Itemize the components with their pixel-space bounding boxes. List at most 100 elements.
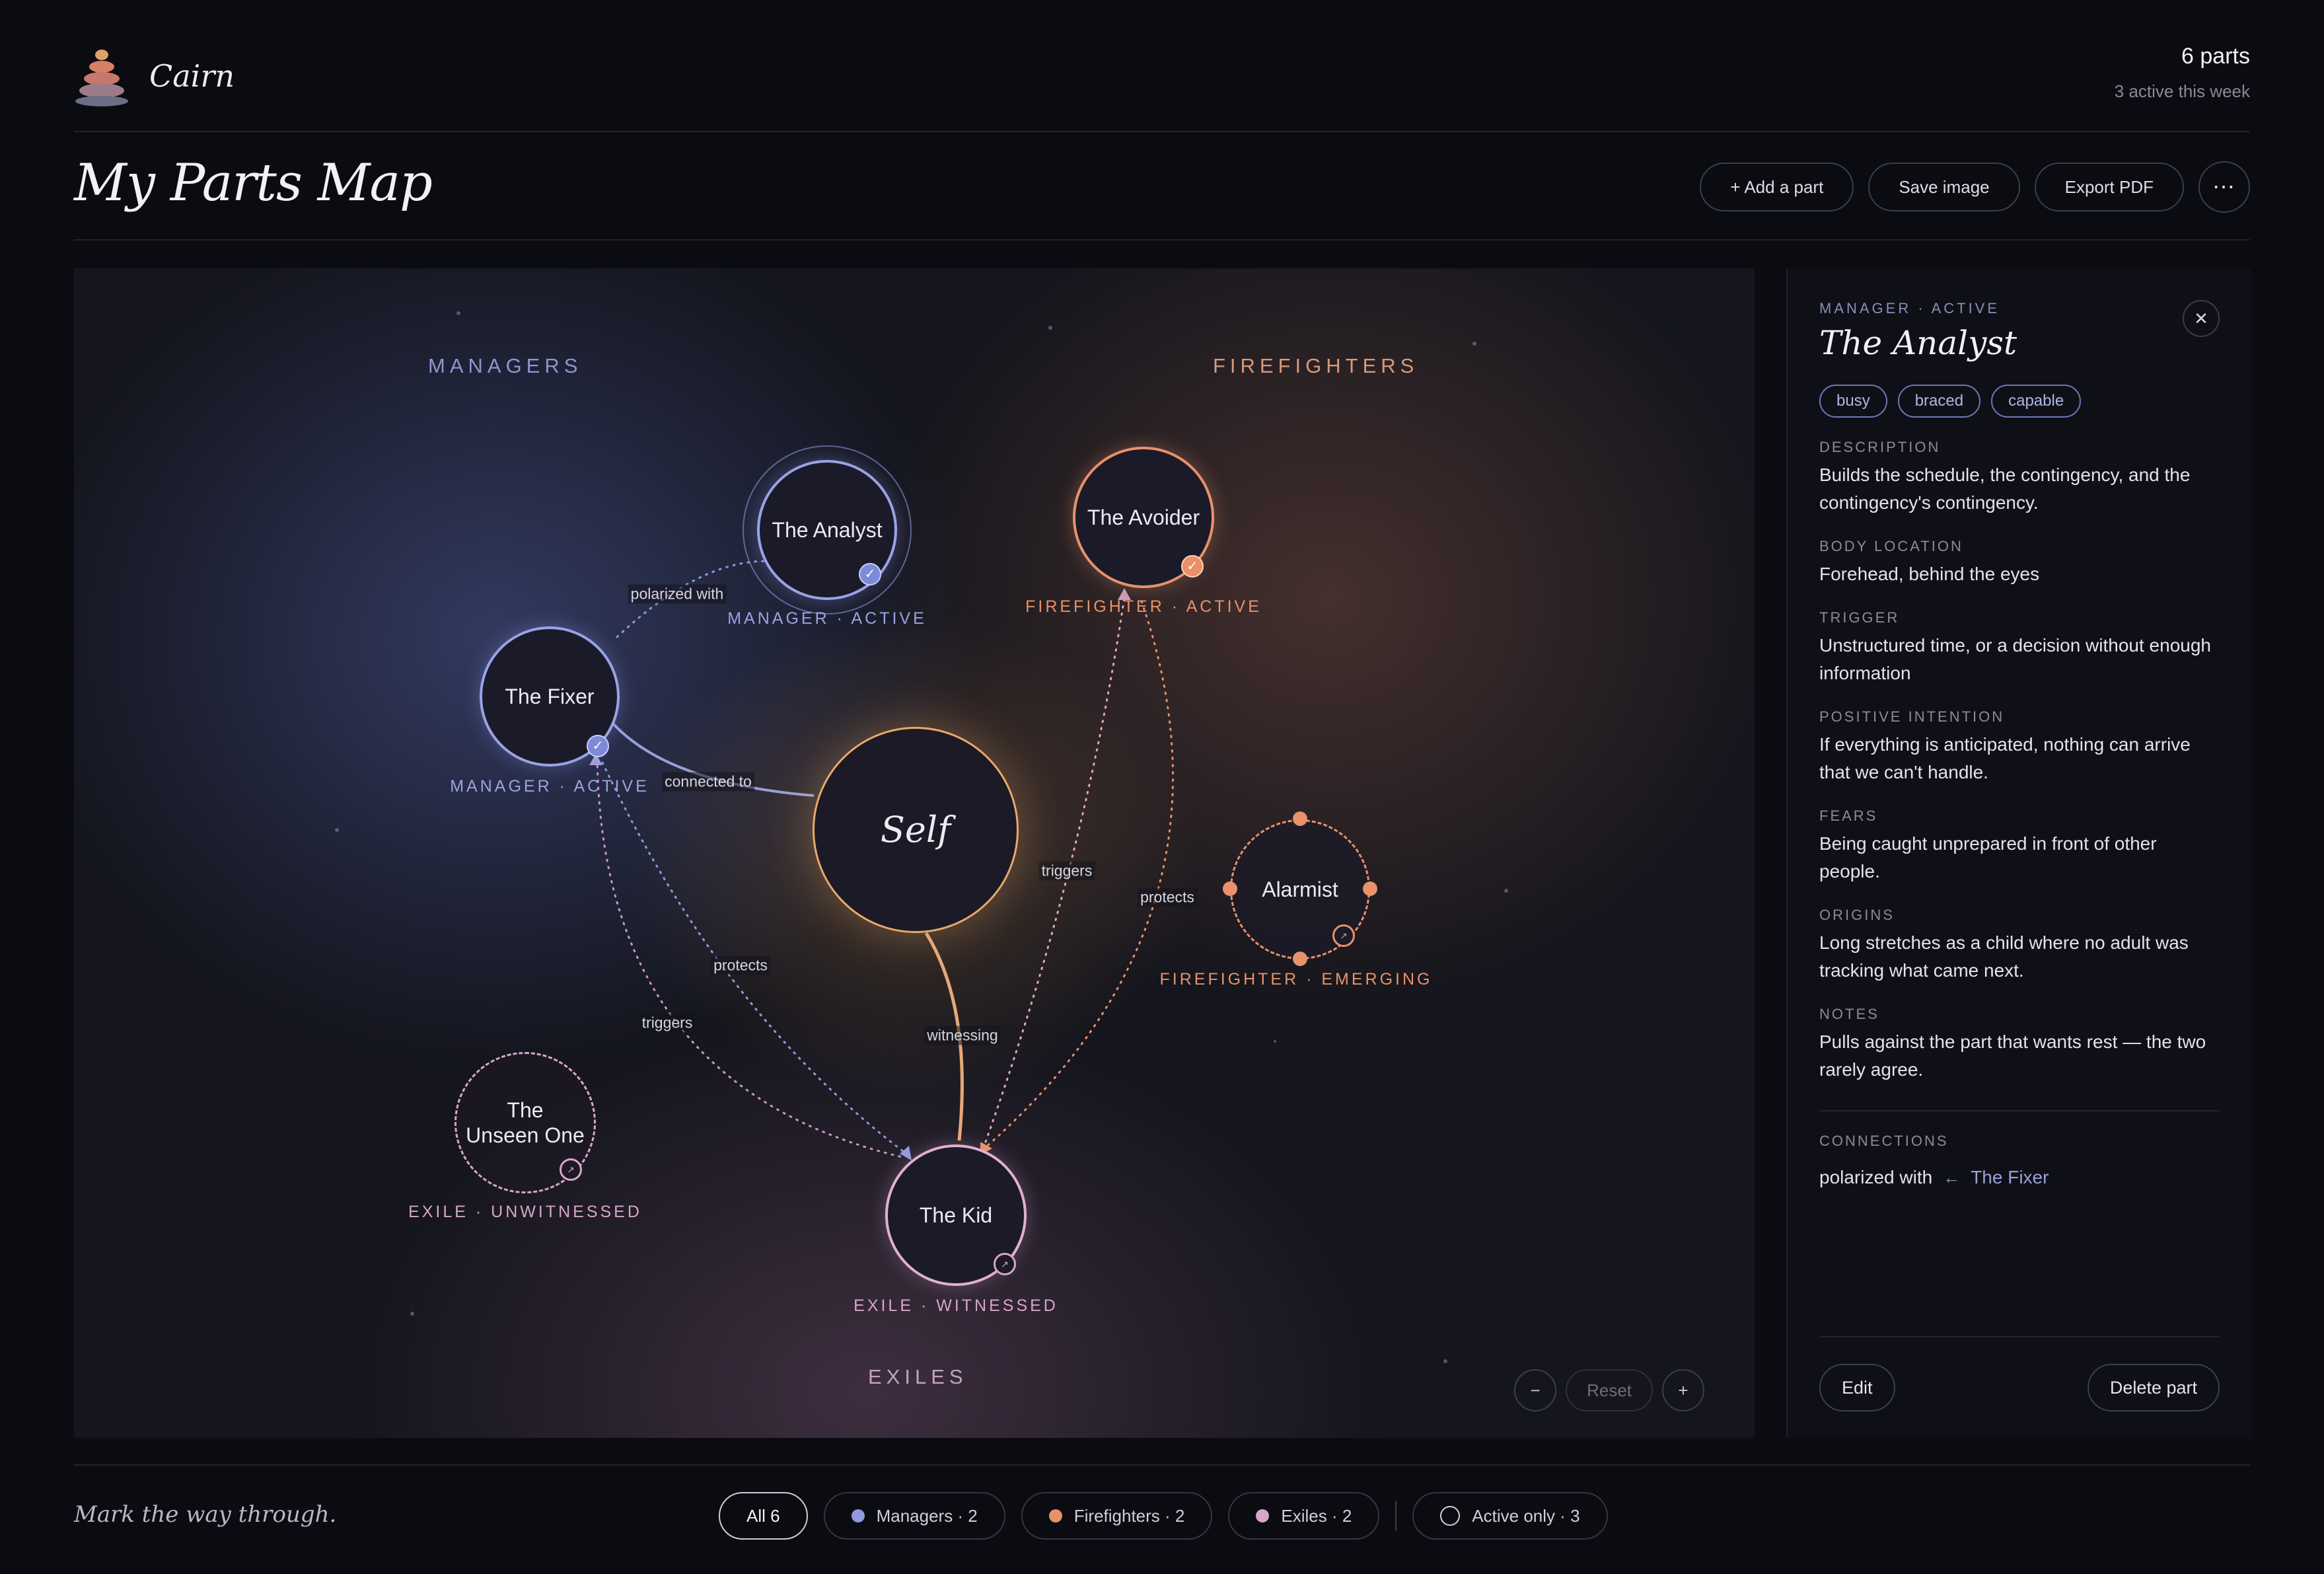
part-name: The Kid xyxy=(919,1203,993,1227)
field-label: NOTES xyxy=(1819,1006,1879,1022)
pulse-dot xyxy=(1293,952,1307,966)
more-options-button[interactable]: ⋯ xyxy=(2198,161,2250,213)
export-pdf-button[interactable]: Export PDF xyxy=(2034,163,2184,211)
connection-item[interactable]: polarized with ← The Fixer xyxy=(1819,1167,2220,1188)
filter-bar: All 6 Managers · 2 Firefighters · 2 Exil… xyxy=(719,1492,1608,1540)
field-label: FEARS xyxy=(1819,807,1878,824)
field-description: DESCRIPTION Builds the schedule, the con… xyxy=(1819,439,2220,517)
pulse-dot xyxy=(1363,881,1377,896)
add-part-button[interactable]: + Add a part xyxy=(1700,163,1854,211)
edge-label-triggers-fixer: triggers xyxy=(639,1013,696,1033)
emerging-icon: ↗ xyxy=(1332,924,1355,947)
brand[interactable]: Cairn xyxy=(74,40,235,112)
part-name: The Analyst xyxy=(772,518,883,542)
filter-all[interactable]: All 6 xyxy=(719,1492,808,1540)
arrowhead xyxy=(900,1146,912,1160)
part-status-fixer: MANAGER · ACTIVE xyxy=(450,777,649,796)
edge-label-connected: connected to xyxy=(662,772,754,792)
field-label: DESCRIPTION xyxy=(1819,439,1941,455)
part-status-kid: EXILE · WITNESSED xyxy=(853,1296,1058,1315)
filter-exiles[interactable]: Exiles · 2 xyxy=(1228,1492,1380,1540)
part-node-analyst[interactable]: The Analyst ✓ xyxy=(757,460,897,600)
check-icon: ✓ xyxy=(859,563,881,585)
part-tags: busy braced capable xyxy=(1819,385,2220,418)
panel-divider xyxy=(1819,1110,2220,1111)
parts-count: 6 parts xyxy=(2181,44,2250,69)
panel-actions: Edit Delete part xyxy=(1819,1336,2220,1411)
edge-label-triggers-avoider: triggers xyxy=(1038,861,1095,881)
field-value: Long stretches as a child where no adult… xyxy=(1819,932,2189,981)
header-divider xyxy=(74,131,2250,132)
firefighter-color-dot xyxy=(1048,1509,1062,1522)
filter-label: Active only · 3 xyxy=(1472,1505,1580,1526)
parts-summary: 6 parts 3 active this week xyxy=(2115,44,2250,102)
connection-target-link[interactable]: The Fixer xyxy=(1971,1167,2049,1188)
part-status-alarmist: FIREFIGHTER · EMERGING xyxy=(1159,970,1433,989)
tagline: Mark the way through. xyxy=(74,1501,337,1528)
zoom-reset-button[interactable]: Reset xyxy=(1566,1369,1653,1411)
parts-map-canvas[interactable]: MANAGERS FIREFIGHTERS EXILES polarized w… xyxy=(74,268,1755,1438)
field-value: Unstructured time, or a decision without… xyxy=(1819,635,2211,683)
field-fears: FEARS Being caught unprepared in front o… xyxy=(1819,807,2220,885)
edge-label-protects-fixer: protects xyxy=(711,956,770,975)
field-label: TRIGGER xyxy=(1819,609,1900,626)
filter-label: Exiles · 2 xyxy=(1281,1505,1352,1526)
pulse-dot xyxy=(1293,811,1307,826)
zoom-out-button[interactable]: − xyxy=(1514,1369,1557,1411)
part-kicker: MANAGER · ACTIVE xyxy=(1819,300,2000,317)
field-value: If everything is anticipated, nothing ca… xyxy=(1819,734,2191,782)
filter-divider xyxy=(1395,1501,1397,1531)
active-count: 3 active this week xyxy=(2114,81,2250,101)
zone-label-exiles: EXILES xyxy=(868,1365,968,1388)
field-trigger: TRIGGER Unstructured time, or a decision… xyxy=(1819,609,2220,687)
tag[interactable]: busy xyxy=(1819,385,1887,418)
title-divider xyxy=(74,239,2250,241)
field-value: Pulls against the part that wants rest —… xyxy=(1819,1031,2206,1080)
part-name: The Fixer xyxy=(505,685,595,708)
toolbar: + Add a part Save image Export PDF ⋯ xyxy=(1700,161,2250,213)
brand-name: Cairn xyxy=(149,58,235,94)
part-node-kid[interactable]: The Kid ↗ xyxy=(885,1144,1027,1286)
filter-firefighters[interactable]: Firefighters · 2 xyxy=(1021,1492,1213,1540)
edge-label-protects-avoider: protects xyxy=(1138,887,1197,907)
footer-divider xyxy=(74,1464,2250,1466)
field-body-location: BODY LOCATION Forehead, behind the eyes xyxy=(1819,538,2220,588)
field-label: POSITIVE INTENTION xyxy=(1819,708,2005,725)
part-node-fixer[interactable]: The Fixer ✓ xyxy=(480,626,620,767)
page-title: My Parts Map xyxy=(74,153,433,213)
part-status-avoider: FIREFIGHTER · ACTIVE xyxy=(1025,597,1262,616)
active-ring-icon xyxy=(1440,1506,1461,1526)
witnessed-icon: ↗ xyxy=(994,1253,1016,1275)
field-value: Builds the schedule, the contingency, an… xyxy=(1819,465,2191,513)
zone-label-firefighters: FIREFIGHTERS xyxy=(1213,354,1419,377)
tag[interactable]: capable xyxy=(1991,385,2082,418)
part-node-avoider[interactable]: The Avoider ✓ xyxy=(1073,447,1214,588)
filter-label: Managers · 2 xyxy=(876,1505,978,1526)
field-label: CONNECTIONS xyxy=(1819,1133,1949,1149)
part-node-alarmist[interactable]: Alarmist ↗ xyxy=(1230,819,1370,959)
more-icon: ⋯ xyxy=(2212,174,2236,200)
cairn-logo-icon xyxy=(75,50,128,106)
edge-label-polarized: polarized with xyxy=(628,584,727,604)
connection-relation: polarized with xyxy=(1819,1167,1933,1187)
part-node-unseen-one[interactable]: The Unseen One ↗ xyxy=(454,1052,596,1193)
exile-color-dot xyxy=(1256,1509,1270,1522)
delete-part-button[interactable]: Delete part xyxy=(2087,1364,2220,1411)
check-icon: ✓ xyxy=(1181,555,1204,578)
field-label: ORIGINS xyxy=(1819,907,1895,923)
save-image-button[interactable]: Save image xyxy=(1868,163,2020,211)
edit-button[interactable]: Edit xyxy=(1819,1364,1895,1411)
connections-section: CONNECTIONS polarized with ← The Fixer xyxy=(1819,1133,2220,1188)
filter-label: Firefighters · 2 xyxy=(1073,1505,1185,1526)
part-detail-panel: ✕ MANAGER · ACTIVE The Analyst busy brac… xyxy=(1786,268,2251,1438)
pulse-dot xyxy=(1223,881,1237,896)
filter-active-only[interactable]: Active only · 3 xyxy=(1412,1492,1608,1540)
filter-managers[interactable]: Managers · 2 xyxy=(823,1492,1005,1540)
manager-color-dot xyxy=(851,1509,865,1522)
unwitnessed-icon: ↗ xyxy=(560,1158,582,1181)
zoom-controls: − Reset + xyxy=(1514,1369,1704,1411)
self-node[interactable]: Self xyxy=(813,727,1019,933)
tag[interactable]: braced xyxy=(1897,385,1981,418)
zoom-in-button[interactable]: + xyxy=(1662,1369,1704,1411)
arrow-left-icon: ← xyxy=(1943,1167,1961,1187)
